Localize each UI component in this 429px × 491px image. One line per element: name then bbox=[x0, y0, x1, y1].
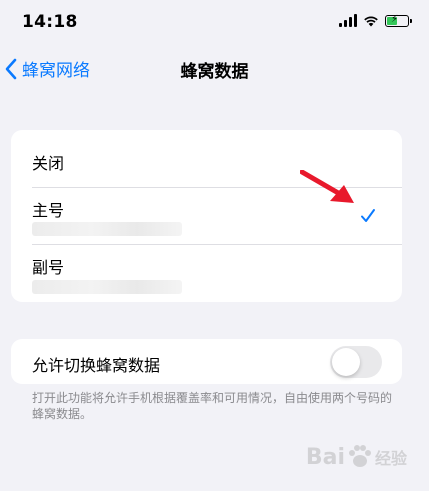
wifi-icon bbox=[364, 16, 378, 26]
switching-toggle[interactable] bbox=[330, 346, 382, 378]
switching-group: 允许切换蜂窝数据 bbox=[11, 339, 402, 384]
phone-number-blurred bbox=[32, 280, 182, 294]
switching-label: 允许切换蜂窝数据 bbox=[32, 356, 161, 375]
sim-options-group: 关闭 主号 副号 bbox=[11, 130, 402, 302]
toggle-knob bbox=[332, 348, 360, 376]
page-title: 蜂窝数据 bbox=[180, 62, 249, 82]
battery-charging-icon: ⚡ bbox=[385, 14, 412, 27]
red-arrow-icon bbox=[300, 170, 354, 203]
checkmark-icon bbox=[361, 209, 375, 222]
option-label: 主号 bbox=[32, 201, 65, 220]
watermark: Bai 经验 bbox=[306, 444, 407, 470]
option-label: 副号 bbox=[32, 258, 65, 277]
watermark-text: Bai bbox=[305, 444, 345, 470]
cellular-signal-icon bbox=[339, 14, 357, 27]
nav-bar: 蜂窝网络 蜂窝数据 bbox=[0, 46, 429, 94]
option-label: 关闭 bbox=[32, 154, 65, 173]
watermark-text-cn: 经验 bbox=[374, 449, 407, 468]
paw-icon bbox=[348, 445, 371, 467]
status-bar: 14:18 ⚡ bbox=[0, 0, 429, 46]
status-time: 14:18 bbox=[22, 12, 78, 32]
switching-footnote: 打开此功能将允许手机根据覆盖率和可用情况，自由使用两个号码的蜂窝数据。 bbox=[32, 391, 393, 421]
status-icons: ⚡ bbox=[339, 14, 412, 27]
option-secondary[interactable]: 副号 bbox=[11, 245, 402, 302]
phone-number-blurred bbox=[32, 222, 182, 236]
